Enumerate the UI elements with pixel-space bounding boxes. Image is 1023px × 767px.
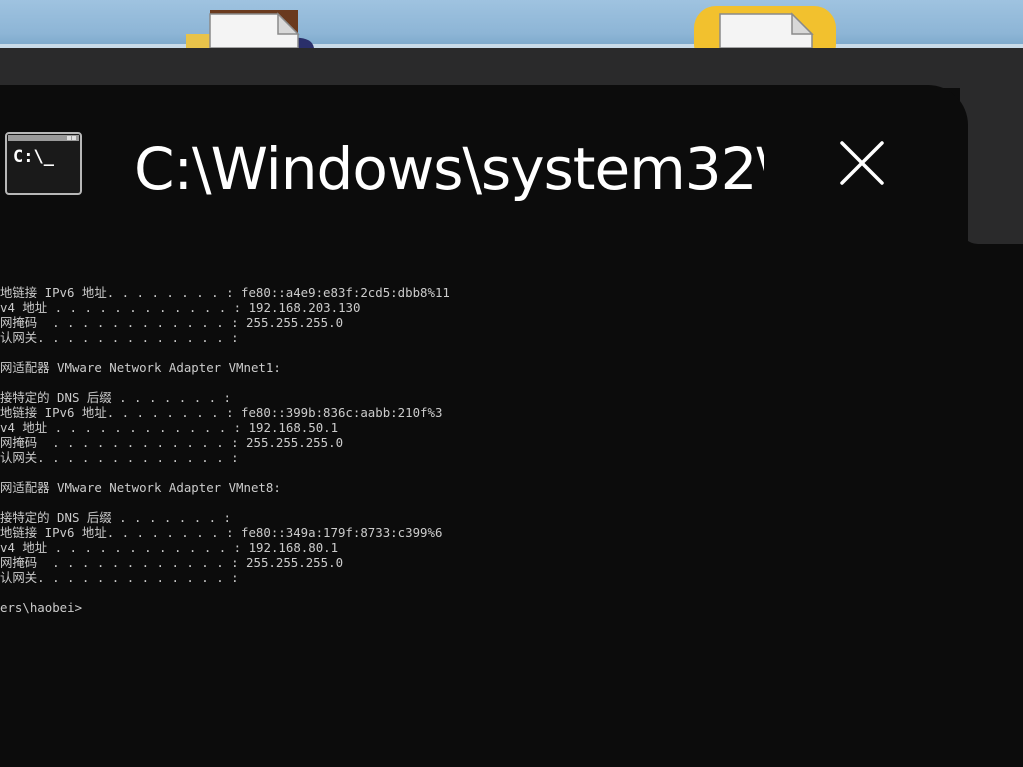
desktop-document-icon[interactable] xyxy=(186,8,316,48)
console-line: 地链接 IPv6 地址. . . . . . . . : fe80::a4e9:… xyxy=(0,285,450,300)
command-prompt-window[interactable]: C:\_ C:\Windows\system32\ 地链接 IPv6 地址. .… xyxy=(0,85,968,767)
window-title: C:\Windows\system32\ xyxy=(134,135,764,203)
console-line: 网掩码 . . . . . . . . . . . . : 255.255.25… xyxy=(0,555,344,570)
cmd-app-icon: C:\_ xyxy=(5,132,82,195)
console-line: 地链接 IPv6 地址. . . . . . . . : fe80::349a:… xyxy=(0,525,443,540)
console-line: 接特定的 DNS 后缀 . . . . . . . : xyxy=(0,510,231,525)
console-line: 接特定的 DNS 后缀 . . . . . . . : xyxy=(0,390,231,405)
desktop-document-icon[interactable] xyxy=(694,6,836,48)
adjacent-panel xyxy=(960,88,1023,244)
close-button[interactable] xyxy=(830,131,894,195)
console-line: 网掩码 . . . . . . . . . . . . : 255.255.25… xyxy=(0,315,344,330)
console-line: 认网关. . . . . . . . . . . . . : xyxy=(0,450,239,465)
console-line: v4 地址 . . . . . . . . . . . . : 192.168.… xyxy=(0,300,361,315)
console-line: 地链接 IPv6 地址. . . . . . . . : fe80::399b:… xyxy=(0,405,443,420)
console-line: 网适配器 VMware Network Adapter VMnet8: xyxy=(0,480,281,495)
console-line: v4 地址 . . . . . . . . . . . . : 192.168.… xyxy=(0,420,339,435)
desktop-background xyxy=(0,0,1023,48)
console-line: 认网关. . . . . . . . . . . . . : xyxy=(0,570,239,585)
cmd-icon-label: C:\_ xyxy=(13,147,55,167)
console-output[interactable]: 地链接 IPv6 地址. . . . . . . . : fe80::a4e9:… xyxy=(0,285,968,615)
console-line: v4 地址 . . . . . . . . . . . . : 192.168.… xyxy=(0,540,339,555)
command-prompt-line[interactable]: ers\haobei> xyxy=(0,600,968,615)
title-bar[interactable]: C:\_ C:\Windows\system32\ xyxy=(0,85,968,245)
console-line: 网适配器 VMware Network Adapter VMnet1: xyxy=(0,360,281,375)
console-line: 网掩码 . . . . . . . . . . . . : 255.255.25… xyxy=(0,435,344,450)
console-line: 认网关. . . . . . . . . . . . . : xyxy=(0,330,239,345)
close-icon xyxy=(840,141,884,185)
window-chrome-band xyxy=(0,48,1023,88)
